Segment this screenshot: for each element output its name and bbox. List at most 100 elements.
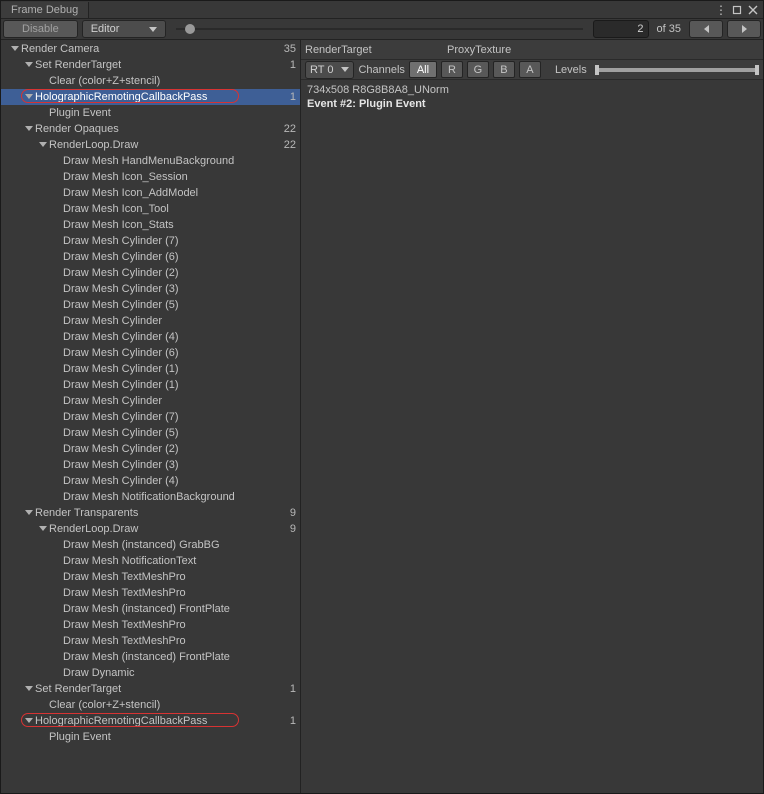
tree-row[interactable]: Draw Mesh TextMeshPro (1, 585, 300, 601)
tree-row[interactable]: Draw Mesh Cylinder (4) (1, 329, 300, 345)
foldout-icon[interactable] (23, 507, 35, 519)
tree-row[interactable]: HolographicRemotingCallbackPass1 (1, 89, 300, 105)
tree-row[interactable]: Draw Mesh (instanced) FrontPlate (1, 649, 300, 665)
scope-dropdown[interactable]: Editor (82, 20, 167, 38)
tree-row[interactable]: Clear (color+Z+stencil) (1, 697, 300, 713)
tree-row[interactable]: Set RenderTarget1 (1, 681, 300, 697)
tree-row[interactable]: Render Opaques22 (1, 121, 300, 137)
foldout-icon[interactable] (23, 683, 35, 695)
levels-slider[interactable] (595, 68, 759, 72)
tree-row[interactable]: Draw Mesh Cylinder (3) (1, 457, 300, 473)
foldout-icon[interactable] (9, 43, 21, 55)
tree-count: 1 (290, 91, 296, 103)
tree-row[interactable]: Draw Mesh Icon_AddModel (1, 185, 300, 201)
tree-row[interactable]: RenderLoop.Draw9 (1, 521, 300, 537)
tree-label: Clear (color+Z+stencil) (49, 75, 296, 87)
tree-label: Draw Mesh Cylinder (4) (63, 475, 296, 487)
tree-row[interactable]: Clear (color+Z+stencil) (1, 73, 300, 89)
tree-row[interactable]: Draw Mesh HandMenuBackground (1, 153, 300, 169)
tree-row[interactable]: Draw Dynamic (1, 665, 300, 681)
tree-count: 1 (290, 683, 296, 695)
tree-row[interactable]: Draw Mesh NotificationBackground (1, 489, 300, 505)
channel-g-button[interactable]: G (467, 61, 489, 78)
tree-row[interactable]: Render Transparents9 (1, 505, 300, 521)
channel-r-button[interactable]: R (441, 61, 463, 78)
tree-row[interactable]: Draw Mesh Icon_Stats (1, 217, 300, 233)
tree-label: Render Opaques (35, 123, 284, 135)
tree-row[interactable]: Draw Mesh TextMeshPro (1, 617, 300, 633)
toolbar: Disable Editor of 35 (1, 19, 763, 40)
tree-label: Draw Dynamic (63, 667, 296, 679)
foldout-icon[interactable] (23, 123, 35, 135)
foldout-icon[interactable] (37, 523, 49, 535)
foldout-icon[interactable] (37, 139, 49, 151)
tree-row[interactable]: Draw Mesh Cylinder (2) (1, 265, 300, 281)
titlebar: Frame Debug (1, 1, 763, 19)
tree-label: Draw Mesh Cylinder (5) (63, 299, 296, 311)
foldout-icon[interactable] (23, 59, 35, 71)
tree-row[interactable]: Draw Mesh TextMeshPro (1, 633, 300, 649)
tree-row[interactable]: Draw Mesh Cylinder (5) (1, 425, 300, 441)
tree-row[interactable]: Draw Mesh Cylinder (2) (1, 441, 300, 457)
event-tree[interactable]: Render Camera35Set RenderTarget1Clear (c… (1, 40, 301, 793)
tree-label: Set RenderTarget (35, 59, 290, 71)
disable-button[interactable]: Disable (3, 20, 78, 38)
channel-b-button[interactable]: B (493, 61, 515, 78)
triangle-right-icon (742, 25, 747, 33)
tree-label: Set RenderTarget (35, 683, 290, 695)
tree-row[interactable]: Draw Mesh Cylinder (1) (1, 377, 300, 393)
tree-label: HolographicRemotingCallbackPass (35, 91, 290, 103)
foldout-icon[interactable] (23, 91, 35, 103)
tree-label: Draw Mesh TextMeshPro (63, 619, 296, 631)
tree-row[interactable]: Draw Mesh Cylinder (6) (1, 345, 300, 361)
tree-row[interactable]: Set RenderTarget1 (1, 57, 300, 73)
tree-row[interactable]: Draw Mesh NotificationText (1, 553, 300, 569)
frame-number-input[interactable] (593, 20, 649, 38)
window-tab[interactable]: Frame Debug (1, 2, 89, 18)
tree-label: Draw Mesh Cylinder (5) (63, 427, 296, 439)
tree-row[interactable]: Draw Mesh TextMeshPro (1, 569, 300, 585)
tree-row[interactable]: RenderLoop.Draw22 (1, 137, 300, 153)
tree-row[interactable]: Draw Mesh (instanced) GrabBG (1, 537, 300, 553)
tree-label: Draw Mesh (instanced) FrontPlate (63, 651, 296, 663)
next-button[interactable] (727, 20, 761, 38)
chevron-down-icon (341, 67, 349, 72)
tree-label: Plugin Event (49, 107, 296, 119)
channel-a-button[interactable]: A (519, 61, 541, 78)
tree-row[interactable]: Plugin Event (1, 729, 300, 745)
close-icon[interactable] (747, 4, 759, 16)
tree-row[interactable]: Draw Mesh Icon_Session (1, 169, 300, 185)
tree-label: Draw Mesh TextMeshPro (63, 571, 296, 583)
channel-all-button[interactable]: All (409, 61, 437, 78)
frame-slider[interactable] (176, 28, 582, 30)
tree-row[interactable]: Draw Mesh (instanced) FrontPlate (1, 601, 300, 617)
tree-label: Draw Mesh Cylinder (6) (63, 251, 296, 263)
tree-row[interactable]: Draw Mesh Cylinder (1) (1, 361, 300, 377)
tree-row[interactable]: Draw Mesh Cylinder (5) (1, 297, 300, 313)
slider-thumb[interactable] (185, 24, 195, 34)
tree-row[interactable]: Render Camera35 (1, 41, 300, 57)
tree-count: 1 (290, 715, 296, 727)
tree-row[interactable]: Draw Mesh Cylinder (6) (1, 249, 300, 265)
tree-row[interactable]: Draw Mesh Cylinder (7) (1, 233, 300, 249)
channels-label: Channels (358, 64, 404, 76)
tree-row[interactable]: HolographicRemotingCallbackPass1 (1, 713, 300, 729)
popout-icon[interactable] (731, 4, 743, 16)
tree-row[interactable]: Draw Mesh Cylinder (7) (1, 409, 300, 425)
tree-count: 1 (290, 59, 296, 71)
details-panel: RenderTarget ProxyTexture RT 0 Channels … (301, 40, 763, 793)
chevron-down-icon (149, 27, 157, 32)
tree-label: Draw Mesh TextMeshPro (63, 635, 296, 647)
prev-button[interactable] (689, 20, 723, 38)
tree-label: Draw Mesh Cylinder (3) (63, 459, 296, 471)
foldout-icon[interactable] (23, 715, 35, 727)
tree-row[interactable]: Draw Mesh Cylinder (3) (1, 281, 300, 297)
tree-row[interactable]: Draw Mesh Icon_Tool (1, 201, 300, 217)
tree-label: RenderLoop.Draw (49, 523, 290, 535)
tree-row[interactable]: Draw Mesh Cylinder (4) (1, 473, 300, 489)
rt-dropdown[interactable]: RT 0 (305, 61, 354, 79)
tree-row[interactable]: Draw Mesh Cylinder (1, 393, 300, 409)
tree-row[interactable]: Draw Mesh Cylinder (1, 313, 300, 329)
menu-icon[interactable] (715, 4, 727, 16)
tree-row[interactable]: Plugin Event (1, 105, 300, 121)
